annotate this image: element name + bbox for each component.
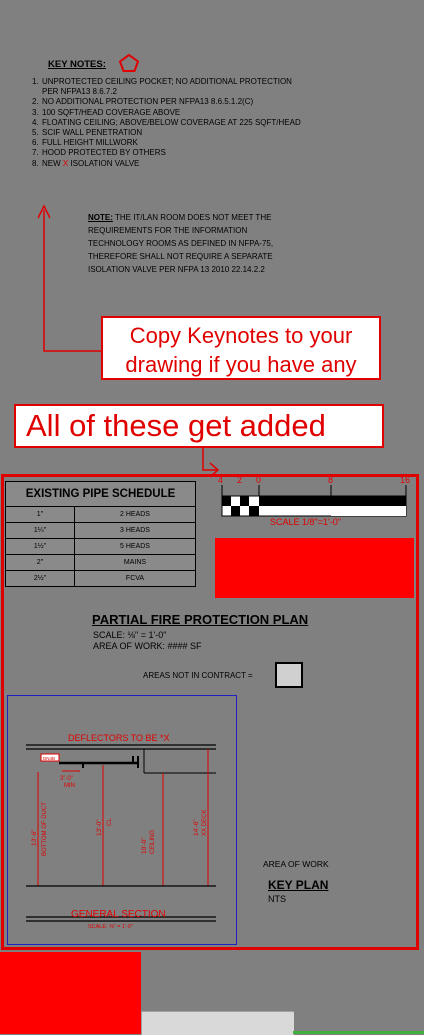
redaction-box [0,952,141,1034]
scale-tick-label: 4 [218,475,223,485]
copy-keynotes-callout: Copy Keynotes to your drawing if you hav… [101,316,381,380]
dim-text: 13'-0" [96,819,103,836]
scale-tick-label: 2 [237,475,242,485]
general-section-detail: DEFLECTORS TO BE *X DN4B 3"-0" MIN 13'-6… [7,695,237,945]
redaction-box [215,538,414,598]
nts-label: NTS [268,894,286,904]
scale-bar-label: SCALE 1/8"=1'-0" [270,517,341,527]
table-row: 1½" 5 HEADS [5,538,196,555]
key-plan-title: KEY PLAN [268,878,329,892]
section-drawing: DEFLECTORS TO BE *X DN4B 3"-0" MIN 13'-6… [26,733,216,930]
section-scale: SCALE: ⅜" = 1'-0" [88,924,133,930]
dim-text: 13'-6" [31,829,38,846]
pipe-schedule-title: EXISTING PIPE SCHEDULE [5,481,196,507]
table-row: 1¼" 3 HEADS [5,522,196,539]
scale-tick-label: 8 [328,475,333,485]
dim-text: CL [107,818,113,826]
plan-scale-info: SCALE: ⅛" = 1'-0" AREA OF WORK: #### SF [93,630,202,651]
not-in-contract-swatch [275,662,303,688]
table-row: 2" MAINS [5,554,196,571]
dim-text: 3"-0" [60,776,73,782]
plan-title: PARTIAL FIRE PROTECTION PLAN [92,612,309,627]
bottom-panel[interactable] [141,1011,294,1035]
area-of-work-label: AREA OF WORK [263,859,329,869]
scale-bar: 4 2 0 8 16 SCALE 1/8"=1'-0" [218,475,410,527]
all-added-banner: All of these get added [14,404,384,448]
deflectors-label: DEFLECTORS TO BE *X [68,733,170,743]
dim-text: MIN [64,783,75,789]
table-row: 2½" FCVA [5,570,196,587]
table-row: 1" 2 HEADS [5,506,196,523]
dim-text: 10'-0" [141,837,148,854]
dim-text: 14'-6" [193,819,200,836]
scale-tick-label: 0 [256,475,261,485]
dim-text: BOTTOM OF DUCT [42,802,48,856]
dim-text: CEILING [150,830,156,854]
not-in-contract-label: AREAS NOT IN CONTRACT = [143,671,253,680]
scale-tick-label: 16 [400,475,410,485]
section-title: GENERAL SECTION [71,909,166,920]
pipe-schedule-table: EXISTING PIPE SCHEDULE 1" 2 HEADS 1¼" 3 HE… [5,481,196,587]
dim-text: XX DECK [202,810,208,836]
section-tag: DN4B [43,756,55,761]
